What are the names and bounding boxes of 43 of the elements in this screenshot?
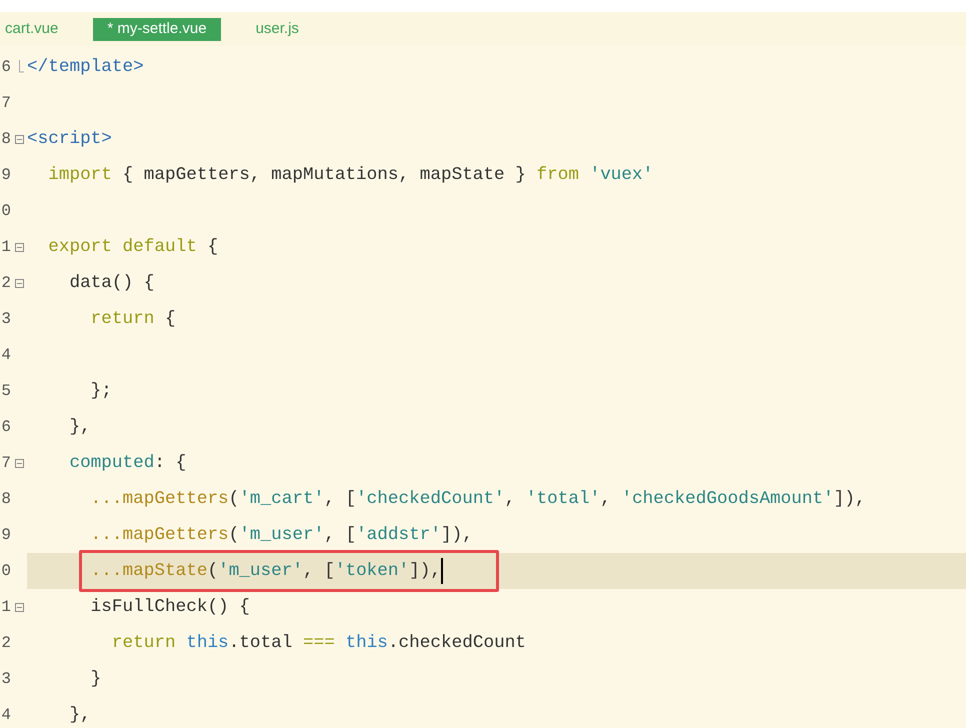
code-line: computed: { [68, 452, 186, 475]
code-line: }, [68, 704, 91, 727]
line-number: 8 [0, 129, 11, 150]
line-number: 3 [0, 309, 11, 330]
line-number: 0 [0, 561, 11, 582]
code-line: isFullCheck() { [90, 596, 250, 619]
code-line: data() { [68, 272, 154, 295]
code-line: </template> [27, 56, 144, 79]
fold-icon[interactable] [14, 458, 24, 468]
code-line: ...mapGetters('m_user', ['addstr']), [90, 524, 473, 547]
line-number: 1 [0, 597, 11, 618]
line-number: 2 [0, 273, 11, 294]
line-number: 2 [0, 633, 11, 654]
file-tab[interactable]: * my-settle.vue [93, 18, 221, 40]
code-line: ...mapState('m_user', ['token']), [90, 560, 441, 583]
code-line: export default { [47, 236, 218, 259]
code-line: import { mapGetters, mapMutations, mapState } from 'vuex' [47, 164, 654, 187]
line-number: 4 [0, 345, 11, 366]
code-line: } [90, 668, 102, 691]
line-number: 0 [0, 201, 11, 222]
line-number: 4 [0, 705, 11, 726]
code-line: ...mapGetters('m_cart', ['checkedCount', 'total', 'checkedGoodsAmount']), [90, 488, 866, 511]
fold-icon[interactable] [14, 242, 24, 252]
fold-icon[interactable] [14, 602, 24, 612]
line-number: 6 [0, 417, 11, 438]
code-line: <script> [27, 128, 112, 151]
fold-icon[interactable] [14, 278, 24, 288]
code-line: return this.total === this.checkedCount [110, 632, 526, 655]
line-number: 3 [0, 669, 11, 690]
line-number: 9 [0, 165, 11, 186]
file-tab[interactable]: cart.vue [0, 18, 64, 40]
line-number: 8 [0, 489, 11, 510]
line-number: 7 [0, 453, 11, 474]
code-line: return { [90, 308, 176, 331]
line-number: 1 [0, 237, 11, 258]
code-line: }, [68, 416, 91, 439]
code-line: }; [90, 380, 112, 403]
line-number: 9 [0, 525, 11, 546]
line-number: 7 [0, 93, 11, 114]
line-number: 6 [0, 57, 11, 78]
fold-icon[interactable] [14, 134, 24, 144]
line-number: 5 [0, 381, 11, 402]
file-tab[interactable]: user.js [250, 18, 304, 40]
